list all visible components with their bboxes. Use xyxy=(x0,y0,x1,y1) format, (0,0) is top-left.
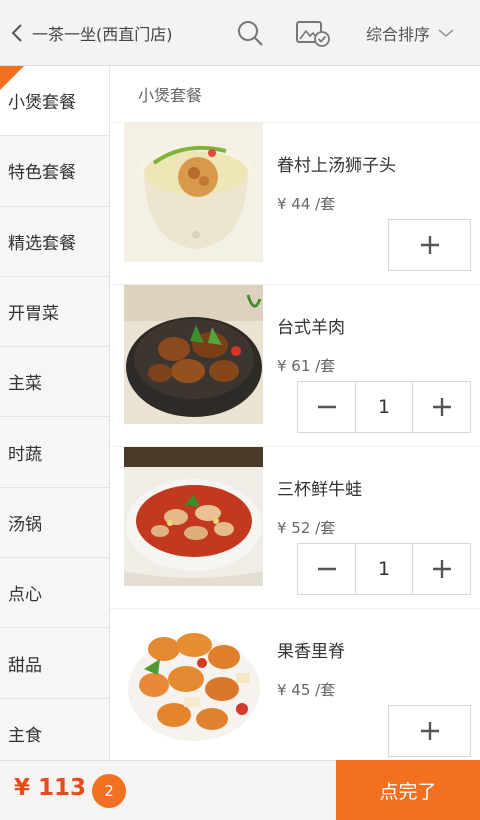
dish-price: ¥ 45 /套 xyxy=(277,681,336,699)
store-name: 一茶一坐(西直门店) xyxy=(32,24,173,44)
cart-total[interactable]: ¥ 113 xyxy=(14,775,86,801)
increase-button[interactable] xyxy=(413,544,470,594)
cart-count-badge[interactable]: 2 xyxy=(92,774,126,808)
category-label: 主菜 xyxy=(8,374,42,395)
category-label: 点心 xyxy=(8,585,42,606)
add-button[interactable] xyxy=(388,705,471,757)
quantity-stepper: 1 xyxy=(297,381,471,433)
category-label: 甜品 xyxy=(8,655,42,676)
dish-item: 眷村上汤狮子头 ¥ 44 /套 xyxy=(110,123,480,285)
dish-item: 果香里脊 ¥ 45 /套 xyxy=(110,609,480,760)
sort-dropdown[interactable]: 综合排序 xyxy=(366,0,454,66)
plus-icon xyxy=(432,560,451,578)
dish-item: 台式羊肉 ¥ 61 /套 1 xyxy=(110,285,480,447)
soup-bowl-image xyxy=(124,123,263,262)
selected-corner-marker xyxy=(0,66,24,90)
category-item[interactable]: 甜品 xyxy=(0,628,109,699)
photo-check-icon xyxy=(296,21,330,47)
dish-price: ¥ 52 /套 xyxy=(277,519,336,537)
category-item[interactable]: 特色套餐 xyxy=(0,136,109,207)
plus-icon xyxy=(420,236,439,254)
chevron-left-icon xyxy=(11,23,22,42)
dish-photo[interactable] xyxy=(124,123,263,262)
dish-name: 三杯鲜牛蛙 xyxy=(277,480,362,500)
category-label: 时蔬 xyxy=(8,444,42,465)
dish-item: 三杯鲜牛蛙 ¥ 52 /套 1 xyxy=(110,447,480,609)
sort-label: 综合排序 xyxy=(366,25,431,44)
category-label: 开胃菜 xyxy=(8,304,59,325)
category-item[interactable]: 开胃菜 xyxy=(0,277,109,348)
category-item[interactable]: 点心 xyxy=(0,558,109,629)
category-label: 主食 xyxy=(8,725,42,746)
dish-list: 小煲套餐 眷村上汤狮子头 ¥ 44 /套 台式羊肉 ¥ 61 /套 1 三杯鲜牛… xyxy=(110,66,480,760)
category-item[interactable]: 精选套餐 xyxy=(0,207,109,277)
minus-icon xyxy=(317,405,336,409)
section-title: 小煲套餐 xyxy=(110,66,480,123)
plus-icon xyxy=(432,398,451,416)
category-item[interactable]: 主菜 xyxy=(0,347,109,418)
fruit-pork-image xyxy=(124,609,263,748)
back-button[interactable]: 一茶一坐(西直门店) xyxy=(0,0,173,65)
search-button[interactable] xyxy=(230,13,270,53)
category-sidebar: 小煲套餐 特色套餐 精选套餐 开胃菜 主菜 时蔬 汤锅 点心 甜品 主食 xyxy=(0,66,110,760)
top-bar: 一茶一坐(西直门店) 综合排序 xyxy=(0,0,480,66)
category-label: 精选套餐 xyxy=(8,233,76,254)
dish-name: 果香里脊 xyxy=(277,642,345,662)
category-item[interactable]: 汤锅 xyxy=(0,488,109,559)
decrease-button[interactable] xyxy=(298,382,355,432)
category-label: 特色套餐 xyxy=(8,163,76,184)
quantity-value: 1 xyxy=(355,382,413,432)
dish-name: 眷村上汤狮子头 xyxy=(277,156,396,176)
minus-icon xyxy=(317,567,336,571)
dish-name: 台式羊肉 xyxy=(277,318,345,338)
frog-bowl-image xyxy=(124,447,263,586)
quantity-stepper: 1 xyxy=(297,543,471,595)
lamb-pot-image xyxy=(124,285,263,424)
category-item-active[interactable]: 小煲套餐 xyxy=(0,66,109,137)
dish-photo[interactable] xyxy=(124,285,263,424)
category-label: 小煲套餐 xyxy=(8,93,76,114)
decrease-button[interactable] xyxy=(298,544,355,594)
add-button[interactable] xyxy=(388,219,471,271)
category-item[interactable]: 时蔬 xyxy=(0,417,109,488)
plus-icon xyxy=(420,722,439,740)
quantity-value: 1 xyxy=(355,544,413,594)
submit-order-button[interactable]: 点完了 xyxy=(336,760,480,820)
cart-bar: ¥ 113 2 点完了 xyxy=(0,760,480,820)
photo-view-button[interactable] xyxy=(293,13,333,53)
category-label: 汤锅 xyxy=(8,514,42,535)
chevron-down-icon xyxy=(438,29,454,38)
dish-photo[interactable] xyxy=(124,609,263,748)
dish-price: ¥ 61 /套 xyxy=(277,357,336,375)
search-icon xyxy=(238,21,263,46)
dish-price: ¥ 44 /套 xyxy=(277,195,336,213)
dish-photo[interactable] xyxy=(124,447,263,586)
increase-button[interactable] xyxy=(413,382,470,432)
category-item[interactable]: 主食 xyxy=(0,699,109,760)
